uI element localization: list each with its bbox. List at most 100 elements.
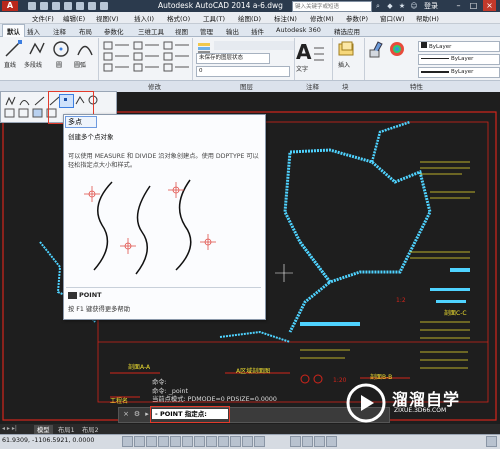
plot-icon[interactable] [76, 2, 84, 10]
tab-parametric[interactable]: 参数化 [104, 26, 124, 36]
menu-dimension[interactable]: 标注(N) [274, 13, 297, 23]
snap-icon[interactable] [122, 436, 133, 447]
layer-state-dropdown[interactable]: 未保存的图层状态 [196, 53, 270, 64]
tab-output[interactable]: 输出 [226, 26, 239, 36]
search-field[interactable] [292, 1, 372, 12]
save-icon[interactable] [52, 2, 60, 10]
wrench-icon[interactable]: ⚙ [133, 410, 141, 418]
linetype-sample [421, 58, 449, 59]
match-properties-icon[interactable] [368, 40, 384, 58]
lineweight-value: ByLayer [451, 69, 474, 75]
tab-model[interactable]: 模型 [34, 425, 53, 434]
tab-featured-apps[interactable]: 精选应用 [334, 26, 360, 36]
layer-properties-icon[interactable] [197, 40, 211, 54]
circle-icon[interactable] [52, 40, 70, 58]
arc-tool-label[interactable]: 圆弧 [74, 60, 86, 69]
label-section-cc: 剖面C-C [444, 310, 467, 317]
tab-default[interactable]: 默认 [2, 24, 25, 37]
tab-layout1[interactable]: 布局1 [58, 425, 75, 434]
grid-icon[interactable] [134, 436, 145, 447]
annotation-scale-icon[interactable] [314, 436, 325, 447]
panel-modify-title[interactable]: 修改 [148, 81, 161, 91]
command-history: 命令: 命令: _point 当前点模式: PDMODE=0 PDSIZE=0.… [152, 379, 352, 405]
color-wheel-icon[interactable] [388, 40, 406, 58]
lineweight-icon[interactable] [218, 436, 229, 447]
dyn-icon[interactable] [206, 436, 217, 447]
color-value: ByLayer [429, 44, 452, 50]
user-icon[interactable]: ☺ [410, 2, 418, 10]
tab-autodesk-360[interactable]: Autodesk 360 [276, 26, 321, 34]
text-tool-label[interactable]: 文字 [296, 64, 308, 73]
coordinates-readout[interactable]: 61.9309, -1106.5921, 0.0000 [2, 437, 94, 444]
tab-layout[interactable]: 布局 [79, 26, 92, 36]
insert-block-icon[interactable] [336, 40, 358, 58]
menu-format[interactable]: 格式(O) [167, 13, 190, 23]
arc-icon[interactable] [76, 40, 94, 58]
tooltip-command-name: POINT [79, 291, 102, 299]
close-button[interactable]: × [483, 0, 496, 11]
line-icon[interactable] [4, 40, 22, 58]
circle-tool-label[interactable]: 圆 [56, 60, 62, 69]
model-space-icon[interactable] [290, 436, 301, 447]
otrack-icon[interactable] [182, 436, 193, 447]
quick-properties-icon[interactable] [242, 436, 253, 447]
menu-view[interactable]: 视图(V) [96, 13, 119, 23]
tab-plugins[interactable]: 插件 [251, 26, 264, 36]
ducs-icon[interactable] [194, 436, 205, 447]
selection-cycling-icon[interactable] [254, 436, 265, 447]
redo-icon[interactable] [100, 2, 108, 10]
communication-icon[interactable]: ★ [398, 2, 406, 10]
menu-insert[interactable]: 插入(I) [134, 13, 154, 23]
menu-window[interactable]: 窗口(W) [380, 13, 405, 23]
tab-manage[interactable]: 管理 [200, 26, 213, 36]
linetype-dropdown[interactable]: ByLayer [418, 54, 500, 65]
fullscreen-icon[interactable] [486, 436, 497, 447]
dimension-icon[interactable] [312, 44, 326, 66]
login-link[interactable]: 登录 [424, 1, 438, 11]
panel-annotation-title[interactable]: 注释 [306, 81, 319, 91]
transparency-icon[interactable] [230, 436, 241, 447]
linetype-value: ByLayer [451, 56, 474, 62]
ortho-icon[interactable] [146, 436, 157, 447]
open-icon[interactable] [40, 2, 48, 10]
panel-block-title[interactable]: 块 [342, 81, 349, 91]
polyline-tool-label[interactable]: 多段线 [24, 60, 42, 69]
menu-file[interactable]: 文件(F) [32, 13, 54, 23]
label-section-bb: 剖面B-B [370, 374, 393, 381]
tab-annotate[interactable]: 注释 [53, 26, 66, 36]
tab-nav-arrows[interactable]: ◂ ▸ ▸| [2, 425, 32, 433]
subscription-icon[interactable]: ◆ [386, 2, 394, 10]
text-icon[interactable]: A [296, 40, 311, 64]
menu-draw[interactable]: 绘图(D) [238, 13, 261, 23]
color-dropdown[interactable]: ByLayer [418, 41, 500, 52]
line-tool-label[interactable]: 直线 [4, 60, 16, 69]
save-as-icon[interactable] [64, 2, 72, 10]
search-icon[interactable]: ⌕ [374, 2, 382, 10]
tab-insert[interactable]: 插入 [27, 26, 40, 36]
menu-edit[interactable]: 编辑(E) [63, 13, 85, 23]
close-icon[interactable]: × [122, 410, 130, 418]
undo-icon[interactable] [88, 2, 96, 10]
polar-icon[interactable] [158, 436, 169, 447]
maximize-button[interactable]: □ [467, 0, 480, 11]
workspace-icon[interactable] [326, 436, 337, 447]
insert-tool-label[interactable]: 插入 [338, 60, 350, 69]
osnap-icon[interactable] [170, 436, 181, 447]
menu-tools[interactable]: 工具(T) [203, 13, 225, 23]
polyline-icon[interactable] [28, 40, 46, 58]
quick-view-icon[interactable] [302, 436, 313, 447]
tab-view[interactable]: 视图 [175, 26, 188, 36]
tab-layout2[interactable]: 布局2 [82, 425, 99, 434]
menu-modify[interactable]: 修改(M) [310, 13, 334, 23]
menu-help[interactable]: 帮助(H) [416, 13, 439, 23]
new-icon[interactable] [28, 2, 36, 10]
lineweight-dropdown[interactable]: ByLayer [418, 67, 500, 78]
autocad-logo-icon[interactable]: A [2, 1, 18, 11]
layer-dropdown[interactable]: 0 [196, 66, 290, 77]
panel-properties-title[interactable]: 特性 [410, 81, 423, 91]
menu-parametric[interactable]: 参数(P) [346, 13, 368, 23]
minimize-button[interactable]: – [452, 0, 465, 11]
search-input[interactable] [293, 2, 371, 12]
panel-layer-title[interactable]: 图层 [240, 81, 253, 91]
tab-3d-tools[interactable]: 三维工具 [138, 26, 164, 36]
